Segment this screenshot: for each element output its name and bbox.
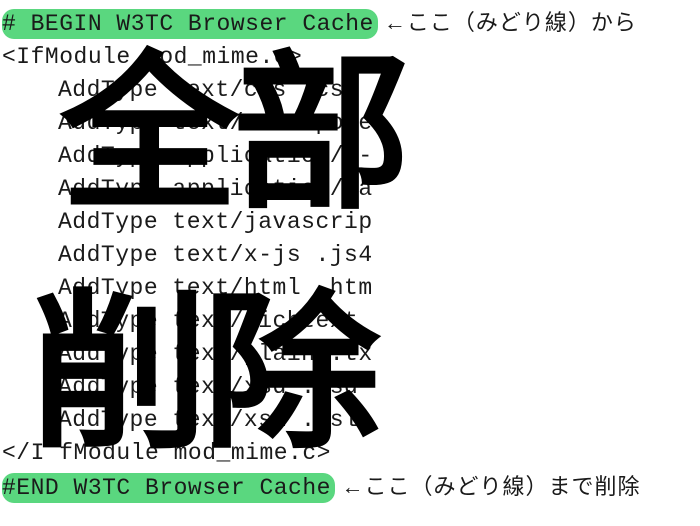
note-begin: ここ（みどり線）から: [407, 10, 637, 35]
note-end: ここ（みどり線）まで削除: [364, 474, 640, 499]
overlay-text-top: 全部: [60, 0, 404, 242]
screenshot-wrap: # BEGIN W3TC Browser Cache←ここ（みどり線）から <I…: [0, 0, 700, 526]
overlay-text-bottom: 削除: [30, 235, 374, 481]
